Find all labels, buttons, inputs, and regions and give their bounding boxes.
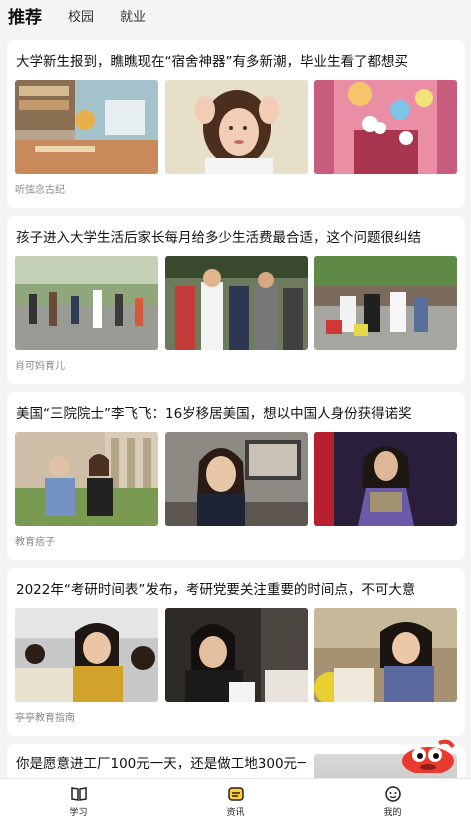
article-image bbox=[15, 608, 158, 702]
article-source: 教育痞子 bbox=[15, 537, 55, 548]
thumbnail-row bbox=[15, 256, 457, 350]
article-card[interactable]: 大学新生报到，瞧瞧现在“宿舍神器”有多新潮，毕业生看了都想买 听弦念古纪 bbox=[7, 40, 465, 208]
article-card[interactable]: 美国“三院院士”李飞飞：16岁移居美国，想以中国人身份获得诺奖 教育痞子 bbox=[7, 392, 465, 560]
article-image bbox=[15, 80, 158, 174]
article-card[interactable]: 2022年“考研时间表”发布，考研党要关注重要的时间点，不可大意 亭亭教育指南 bbox=[7, 568, 465, 736]
book-icon bbox=[70, 786, 87, 801]
article-title: 美国“三院院士”李飞飞：16岁移居美国，想以中国人身份获得诺奖 bbox=[16, 406, 412, 422]
article-image bbox=[164, 80, 308, 174]
news-icon bbox=[227, 786, 244, 801]
thumbnail-row bbox=[15, 432, 457, 526]
tab-recommend[interactable]: 推荐 bbox=[8, 0, 42, 36]
nav-label: 资讯 bbox=[226, 807, 245, 818]
article-image bbox=[15, 432, 158, 526]
tab-campus[interactable]: 校园 bbox=[68, 0, 94, 36]
nav-label: 我的 bbox=[383, 807, 402, 818]
article-image bbox=[314, 432, 457, 526]
tab-employment[interactable]: 就业 bbox=[120, 0, 146, 36]
article-image bbox=[314, 608, 457, 702]
article-title: 大学新生报到，瞧瞧现在“宿舍神器”有多新潮，毕业生看了都想买 bbox=[16, 54, 408, 70]
nav-news[interactable]: 资讯 bbox=[157, 779, 314, 823]
news-feed: 大学新生报到，瞧瞧现在“宿舍神器”有多新潮，毕业生看了都想买 听弦念古纪 孩子进… bbox=[7, 40, 465, 792]
article-image bbox=[314, 80, 457, 174]
nav-label: 学习 bbox=[69, 807, 88, 818]
nav-profile[interactable]: 我的 bbox=[314, 779, 471, 823]
mascot-floating-icon[interactable] bbox=[399, 739, 457, 773]
article-title: 孩子进入大学生活后家长每月给多少生活费最合适，这个问题很纠结 bbox=[16, 230, 421, 246]
article-source: 听弦念古纪 bbox=[15, 185, 65, 196]
nav-study[interactable]: 学习 bbox=[0, 779, 157, 823]
article-image bbox=[164, 256, 308, 350]
article-title: 你是愿意进工厂100元一天，还是做工地300元一天 bbox=[16, 756, 306, 772]
profile-icon bbox=[384, 785, 401, 802]
article-image bbox=[15, 256, 158, 350]
article-image bbox=[164, 432, 308, 526]
article-source: 肖可妈育儿 bbox=[15, 361, 65, 372]
article-card[interactable]: 孩子进入大学生活后家长每月给多少生活费最合适，这个问题很纠结 肖可妈育儿 bbox=[7, 216, 465, 384]
article-source: 亭亭教育指南 bbox=[15, 713, 75, 724]
article-image bbox=[314, 256, 457, 350]
thumbnail-row bbox=[15, 80, 457, 174]
tab-label: 推荐 bbox=[8, 8, 42, 28]
article-image bbox=[164, 608, 308, 702]
bottom-navigation: 学习 资讯 我的 bbox=[0, 778, 471, 823]
thumbnail-row bbox=[15, 608, 457, 702]
top-tab-bar: 推荐 校园 就业 bbox=[0, 0, 471, 36]
article-title: 2022年“考研时间表”发布，考研党要关注重要的时间点，不可大意 bbox=[16, 582, 416, 598]
